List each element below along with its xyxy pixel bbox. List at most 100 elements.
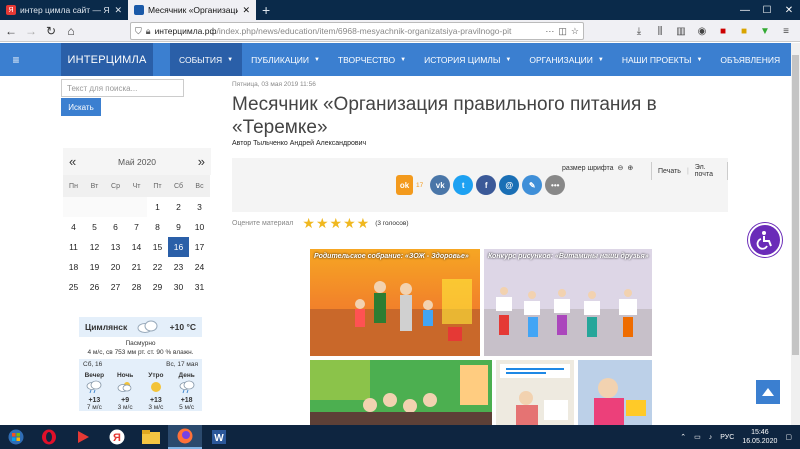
language-indicator[interactable]: РУС xyxy=(720,434,734,441)
zoom-out-icon[interactable]: ⊖ xyxy=(618,164,624,172)
calendar-day[interactable]: 17 xyxy=(189,237,210,257)
calendar-day[interactable]: 6 xyxy=(105,217,126,237)
home-button[interactable]: ⌂ xyxy=(62,22,80,40)
calendar-day[interactable]: 29 xyxy=(147,277,168,297)
account-icon[interactable]: ◉ xyxy=(694,22,710,40)
extension-icon[interactable]: ■ xyxy=(715,22,731,40)
shield-icon[interactable]: ⛉ xyxy=(135,26,142,37)
calendar-day[interactable]: 21 xyxy=(126,257,147,277)
show-hidden-icons-icon[interactable]: ⌃ xyxy=(680,433,686,441)
start-button[interactable] xyxy=(0,425,32,449)
livejournal-share-icon[interactable]: ✎ xyxy=(522,175,543,195)
calendar-day[interactable]: 26 xyxy=(84,277,105,297)
calendar-day[interactable]: 15 xyxy=(147,237,168,257)
more-actions-icon[interactable]: ··· xyxy=(545,26,554,36)
extension-icon[interactable]: ▼ xyxy=(757,22,773,40)
calendar-day[interactable]: 10 xyxy=(189,217,210,237)
menu-item-1[interactable]: ПУБЛИКАЦИИ ▼ xyxy=(242,43,329,76)
explorer-taskbar-icon[interactable] xyxy=(134,425,168,449)
calendar-day[interactable]: 24 xyxy=(189,257,210,277)
calendar-day[interactable]: 18 xyxy=(63,257,84,277)
calendar-day[interactable]: 9 xyxy=(168,217,189,237)
calendar-day[interactable]: 4 xyxy=(63,217,84,237)
twitter-share-icon[interactable]: t xyxy=(453,175,474,195)
article-photo-collage[interactable]: Родительское собрание: «ЗОЖ - Здоровье» … xyxy=(310,249,652,429)
url-text[interactable]: интерцимла.рф/index.php/news/education/i… xyxy=(155,26,542,36)
library-icon[interactable]: ⫼ xyxy=(652,22,668,40)
mail-share-icon[interactable]: @ xyxy=(499,175,520,195)
print-link[interactable]: Печать xyxy=(658,168,681,175)
calendar-day[interactable]: 5 xyxy=(84,217,105,237)
back-button[interactable]: ← xyxy=(2,22,20,40)
calendar-day[interactable]: 8 xyxy=(147,217,168,237)
more-share-icon[interactable]: ••• xyxy=(545,175,566,195)
calendar-day[interactable]: 2 xyxy=(168,197,189,217)
opera-taskbar-icon[interactable] xyxy=(32,425,66,449)
menu-item-6[interactable]: ОБЪЯВЛЕНИЯ xyxy=(711,43,789,76)
calendar-day[interactable]: 3 xyxy=(189,197,210,217)
hamburger-menu-icon[interactable]: ≡ xyxy=(0,43,32,76)
new-tab-button[interactable]: + xyxy=(256,0,276,20)
yandex-taskbar-icon[interactable]: Я xyxy=(100,425,134,449)
menu-item-0[interactable]: СОБЫТИЯ ▼ xyxy=(170,43,243,76)
menu-icon[interactable]: ≡ xyxy=(778,22,794,40)
search-button[interactable]: Искать xyxy=(61,98,101,116)
star-icon[interactable]: ★ xyxy=(302,215,315,232)
extension-icon[interactable]: ■ xyxy=(736,22,752,40)
calendar-day[interactable]: 31 xyxy=(189,277,210,297)
sidebar-icon[interactable]: ▥ xyxy=(673,22,689,40)
bookmark-star-icon[interactable]: ☆ xyxy=(571,26,579,37)
calendar-prev-button[interactable]: « xyxy=(69,154,76,169)
facebook-share-icon[interactable]: f xyxy=(476,175,497,195)
system-clock[interactable]: 15:46 16.05.2020 xyxy=(742,428,777,446)
zoom-in-icon[interactable]: ⊕ xyxy=(627,164,633,172)
calendar-day[interactable]: 16 xyxy=(168,237,189,257)
photo-drawing-contest[interactable]: Конкурс рисунков: «Витамины наши друзья» xyxy=(484,249,652,356)
page-scrollbar[interactable] xyxy=(791,43,800,425)
odnoklassniki-share-icon[interactable]: ok xyxy=(396,175,413,195)
lock-icon[interactable]: 🔒︎ xyxy=(146,26,151,37)
menu-item-3[interactable]: ИСТОРИЯ ЦИМЛЫ ▼ xyxy=(415,43,520,76)
pocket-icon[interactable]: ◫ xyxy=(558,26,567,37)
network-icon[interactable]: ▭ xyxy=(694,433,701,441)
star-icon[interactable]: ★ xyxy=(357,215,370,232)
calendar-day[interactable]: 20 xyxy=(105,257,126,277)
close-tab-icon[interactable]: ✕ xyxy=(242,5,250,16)
browser-tab-yandex[interactable]: Я интер цимла сайт — Яндекс: н ✕ xyxy=(0,0,128,20)
star-icon[interactable]: ★ xyxy=(316,215,329,232)
close-tab-icon[interactable]: ✕ xyxy=(114,5,122,16)
calendar-day[interactable]: 28 xyxy=(126,277,147,297)
photo-children-hall[interactable] xyxy=(310,360,492,429)
calendar-day[interactable]: 25 xyxy=(63,277,84,297)
calendar-day[interactable]: 12 xyxy=(84,237,105,257)
calendar-day[interactable]: 30 xyxy=(168,277,189,297)
notifications-icon[interactable]: ▢ xyxy=(785,433,792,441)
calendar-day[interactable]: 11 xyxy=(63,237,84,257)
calendar-next-button[interactable]: » xyxy=(198,154,205,169)
weather-city[interactable]: Цимлянск xyxy=(85,322,127,332)
calendar-day[interactable]: 7 xyxy=(126,217,147,237)
maximize-icon[interactable]: ☐ xyxy=(756,0,778,20)
address-bar[interactable]: ⛉ 🔒︎ интерцимла.рф/index.php/news/educat… xyxy=(130,22,584,40)
media-player-taskbar-icon[interactable] xyxy=(66,425,100,449)
calendar-day[interactable]: 13 xyxy=(105,237,126,257)
calendar-day[interactable]: 27 xyxy=(105,277,126,297)
forward-button[interactable]: → xyxy=(22,22,40,40)
menu-item-4[interactable]: ОРГАНИЗАЦИИ ▼ xyxy=(520,43,613,76)
calendar-day[interactable]: 22 xyxy=(147,257,168,277)
firefox-taskbar-icon[interactable] xyxy=(168,425,202,449)
minimize-icon[interactable]: — xyxy=(734,0,756,20)
star-icon[interactable]: ★ xyxy=(343,215,356,232)
calendar-day[interactable]: 1 xyxy=(147,197,168,217)
browser-tab-article[interactable]: Месячник «Организация прав ✕ xyxy=(128,0,256,20)
scroll-to-top-button[interactable] xyxy=(756,380,780,404)
downloads-icon[interactable]: ⤓ xyxy=(631,22,647,40)
article-author[interactable]: Автор Тыльченко Андрей Александрович xyxy=(232,140,366,147)
scrollbar-thumb[interactable] xyxy=(792,55,799,355)
menu-item-5[interactable]: НАШИ ПРОЕКТЫ ▼ xyxy=(613,43,712,76)
menu-item-2[interactable]: ТВОРЧЕСТВО ▼ xyxy=(329,43,415,76)
calendar-day[interactable]: 14 xyxy=(126,237,147,257)
email-link[interactable]: Эл. почта xyxy=(695,164,721,178)
calendar-day[interactable]: 19 xyxy=(84,257,105,277)
search-input[interactable]: Текст для поиска... xyxy=(61,79,184,97)
